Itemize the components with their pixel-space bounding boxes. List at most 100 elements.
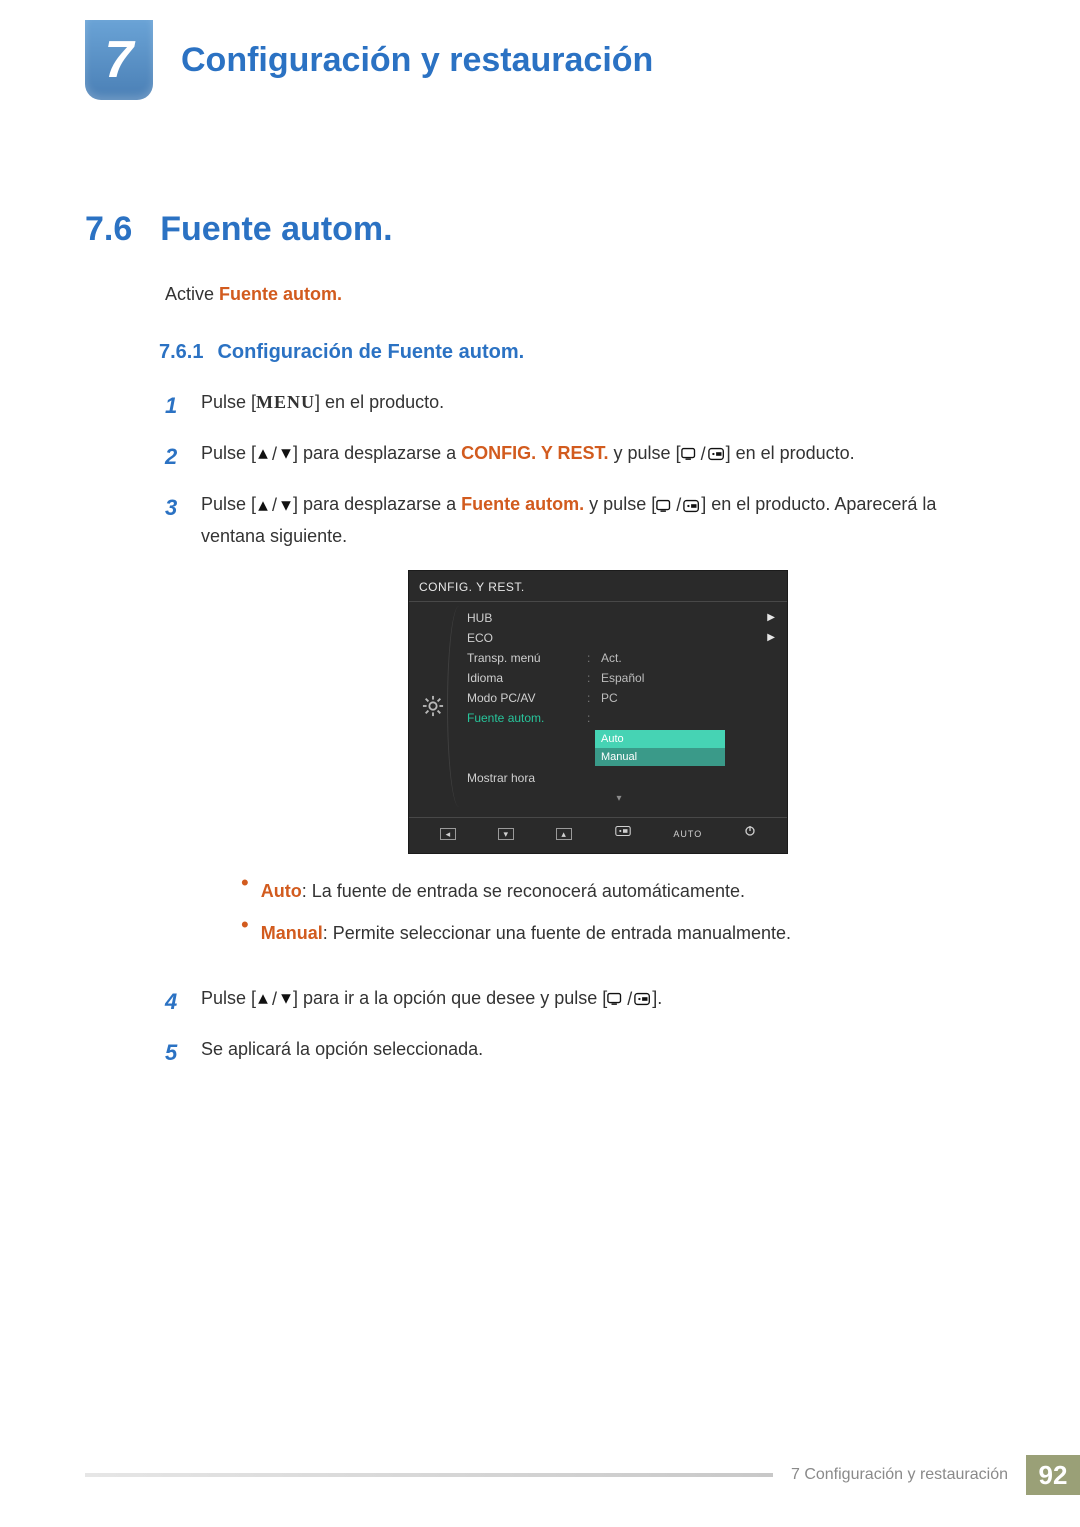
- bullet-accent: Auto: [261, 881, 302, 901]
- step-num: 4: [165, 983, 183, 1020]
- footer-rule: [85, 1473, 773, 1477]
- intro-pre: Active: [165, 284, 219, 304]
- text: ] para desplazarse a: [293, 494, 461, 514]
- step-body: Pulse [ / ] para desplazarse a CONFIG. Y…: [201, 438, 995, 475]
- step-body: Se aplicará la opción seleccionada.: [201, 1034, 995, 1071]
- bullet-icon: •: [241, 918, 249, 949]
- up-down-icon: /: [256, 490, 293, 521]
- osd-label: ECO: [467, 628, 587, 648]
- source-enter-icon: /: [656, 490, 701, 521]
- osd-body: HUB ▶ ECO ▶ Transp. menú:Act. Idioma:Españ…: [409, 602, 787, 811]
- bullet-manual: • Manual: Permite seleccionar una fuente …: [241, 918, 995, 949]
- chapter-number-badge: 7: [85, 20, 153, 100]
- page-header: 7 Configuración y restauración: [0, 0, 1080, 100]
- step-body: Pulse [MENU] en el producto.: [201, 387, 995, 424]
- osd-footer: ◂ ▾ ▴ AUTO: [409, 817, 787, 847]
- osd-row-fuente: Fuente autom.:: [461, 708, 779, 728]
- menu-button-label: MENU: [256, 392, 315, 412]
- step-3: 3 Pulse [ / ] para desplazarse a Fuente …: [165, 489, 995, 968]
- osd-value: PC: [601, 688, 779, 708]
- osd-dropdown: Auto Manual: [595, 730, 725, 766]
- step-num: 2: [165, 438, 183, 475]
- gear-icon: [422, 695, 444, 717]
- text: ] para desplazarse a: [293, 443, 461, 463]
- nav-up-icon: ▴: [556, 828, 572, 840]
- step-4: 4 Pulse [ / ] para ir a la opción que de…: [165, 983, 995, 1020]
- step-body: Pulse [ / ] para desplazarse a Fuente au…: [201, 489, 995, 968]
- osd-row-transp: Transp. menú:Act.: [461, 648, 779, 668]
- text: Pulse [: [201, 988, 256, 1008]
- step-num: 1: [165, 387, 183, 424]
- accent-text: CONFIG. Y REST.: [461, 443, 608, 463]
- footer-label: 7 Configuración y restauración: [773, 1466, 1026, 1484]
- text: ] para ir a la opción que desee y pulse …: [293, 988, 607, 1008]
- osd-window: CONFIG. Y REST. HUB ▶ ECO ▶ Transp. menú:A…: [408, 570, 788, 854]
- auto-label: AUTO: [673, 827, 702, 842]
- step-num: 5: [165, 1034, 183, 1071]
- source-enter-icon: /: [681, 439, 726, 470]
- text: Pulse [: [201, 443, 256, 463]
- bullet-auto: • Auto: La fuente de entrada se reconocer…: [241, 876, 995, 907]
- bullet-accent: Manual: [261, 923, 323, 943]
- osd-label: Mostrar hora: [467, 768, 587, 788]
- osd-value: Act.: [601, 648, 779, 668]
- up-down-icon: /: [256, 984, 293, 1015]
- text: Se aplicará la opción seleccionada.: [201, 1039, 483, 1059]
- bullet-text: : Permite seleccionar una fuente de entr…: [323, 923, 791, 943]
- section-title: Fuente autom.: [160, 210, 392, 249]
- osd-label: Transp. menú: [467, 648, 587, 668]
- step-num: 3: [165, 489, 183, 968]
- chevron-right-icon: ▶: [767, 609, 779, 626]
- bullet-text: : La fuente de entrada se reconocerá aut…: [302, 881, 745, 901]
- step-1: 1 Pulse [MENU] en el producto.: [165, 387, 995, 424]
- chapter-title: Configuración y restauración: [181, 41, 653, 80]
- step-5: 5 Se aplicará la opción seleccionada.: [165, 1034, 995, 1071]
- subsection-heading: 7.6.1 Configuración de Fuente autom.: [159, 335, 995, 369]
- text: Pulse [: [201, 392, 256, 412]
- option-bullets: • Auto: La fuente de entrada se reconocer…: [241, 876, 995, 949]
- intro-accent: Fuente autom.: [219, 284, 342, 304]
- osd-option-auto: Auto: [595, 730, 725, 748]
- page-footer: 7 Configuración y restauración 92: [85, 1455, 1080, 1495]
- source-enter-icon: /: [607, 984, 652, 1015]
- up-down-icon: /: [256, 439, 293, 470]
- osd-row-eco: ECO ▶: [461, 628, 779, 648]
- osd-window-wrap: CONFIG. Y REST. HUB ▶ ECO ▶ Transp. menú:A…: [201, 570, 995, 854]
- osd-row-mostrar: Mostrar hora: [461, 768, 779, 788]
- text: ].: [652, 988, 662, 1008]
- osd-row-idioma: Idioma:Español: [461, 668, 779, 688]
- osd-value: Español: [601, 668, 779, 688]
- osd-more-indicator: ▾: [461, 790, 779, 807]
- power-icon: [744, 825, 756, 844]
- text: y pulse [: [609, 443, 681, 463]
- subsection-title: Configuración de Fuente autom.: [217, 335, 524, 369]
- text: y pulse [: [584, 494, 656, 514]
- section-number: 7.6: [85, 210, 132, 249]
- chevron-right-icon: ▶: [767, 629, 779, 646]
- osd-label: Modo PC/AV: [467, 688, 587, 708]
- osd-sidebar: [409, 602, 457, 811]
- bullet-icon: •: [241, 876, 249, 907]
- page-number: 92: [1026, 1455, 1080, 1495]
- step-body: Pulse [ / ] para ir a la opción que dese…: [201, 983, 995, 1020]
- accent-text: Fuente autom.: [461, 494, 584, 514]
- text: Pulse [: [201, 494, 256, 514]
- content-body: Active Fuente autom. 7.6.1 Configuración…: [165, 279, 995, 1072]
- osd-row-pcav: Modo PC/AV:PC: [461, 688, 779, 708]
- text: ] en el producto.: [315, 392, 444, 412]
- text: ] en el producto.: [726, 443, 855, 463]
- osd-label: Idioma: [467, 668, 587, 688]
- nav-left-icon: ◂: [440, 828, 456, 840]
- source-icon: [614, 824, 632, 845]
- osd-label: HUB: [467, 608, 587, 628]
- osd-row-hub: HUB ▶: [461, 608, 779, 628]
- osd-label: Fuente autom.: [467, 708, 587, 728]
- intro-line: Active Fuente autom.: [165, 279, 995, 310]
- section-heading: 7.6 Fuente autom.: [85, 210, 1080, 249]
- osd-option-manual: Manual: [595, 748, 725, 766]
- step-2: 2 Pulse [ / ] para desplazarse a CONFIG.…: [165, 438, 995, 475]
- osd-title: CONFIG. Y REST.: [409, 571, 787, 602]
- nav-down-icon: ▾: [498, 828, 514, 840]
- subsection-number: 7.6.1: [159, 335, 203, 369]
- osd-list: HUB ▶ ECO ▶ Transp. menú:Act. Idioma:Españ…: [457, 602, 787, 811]
